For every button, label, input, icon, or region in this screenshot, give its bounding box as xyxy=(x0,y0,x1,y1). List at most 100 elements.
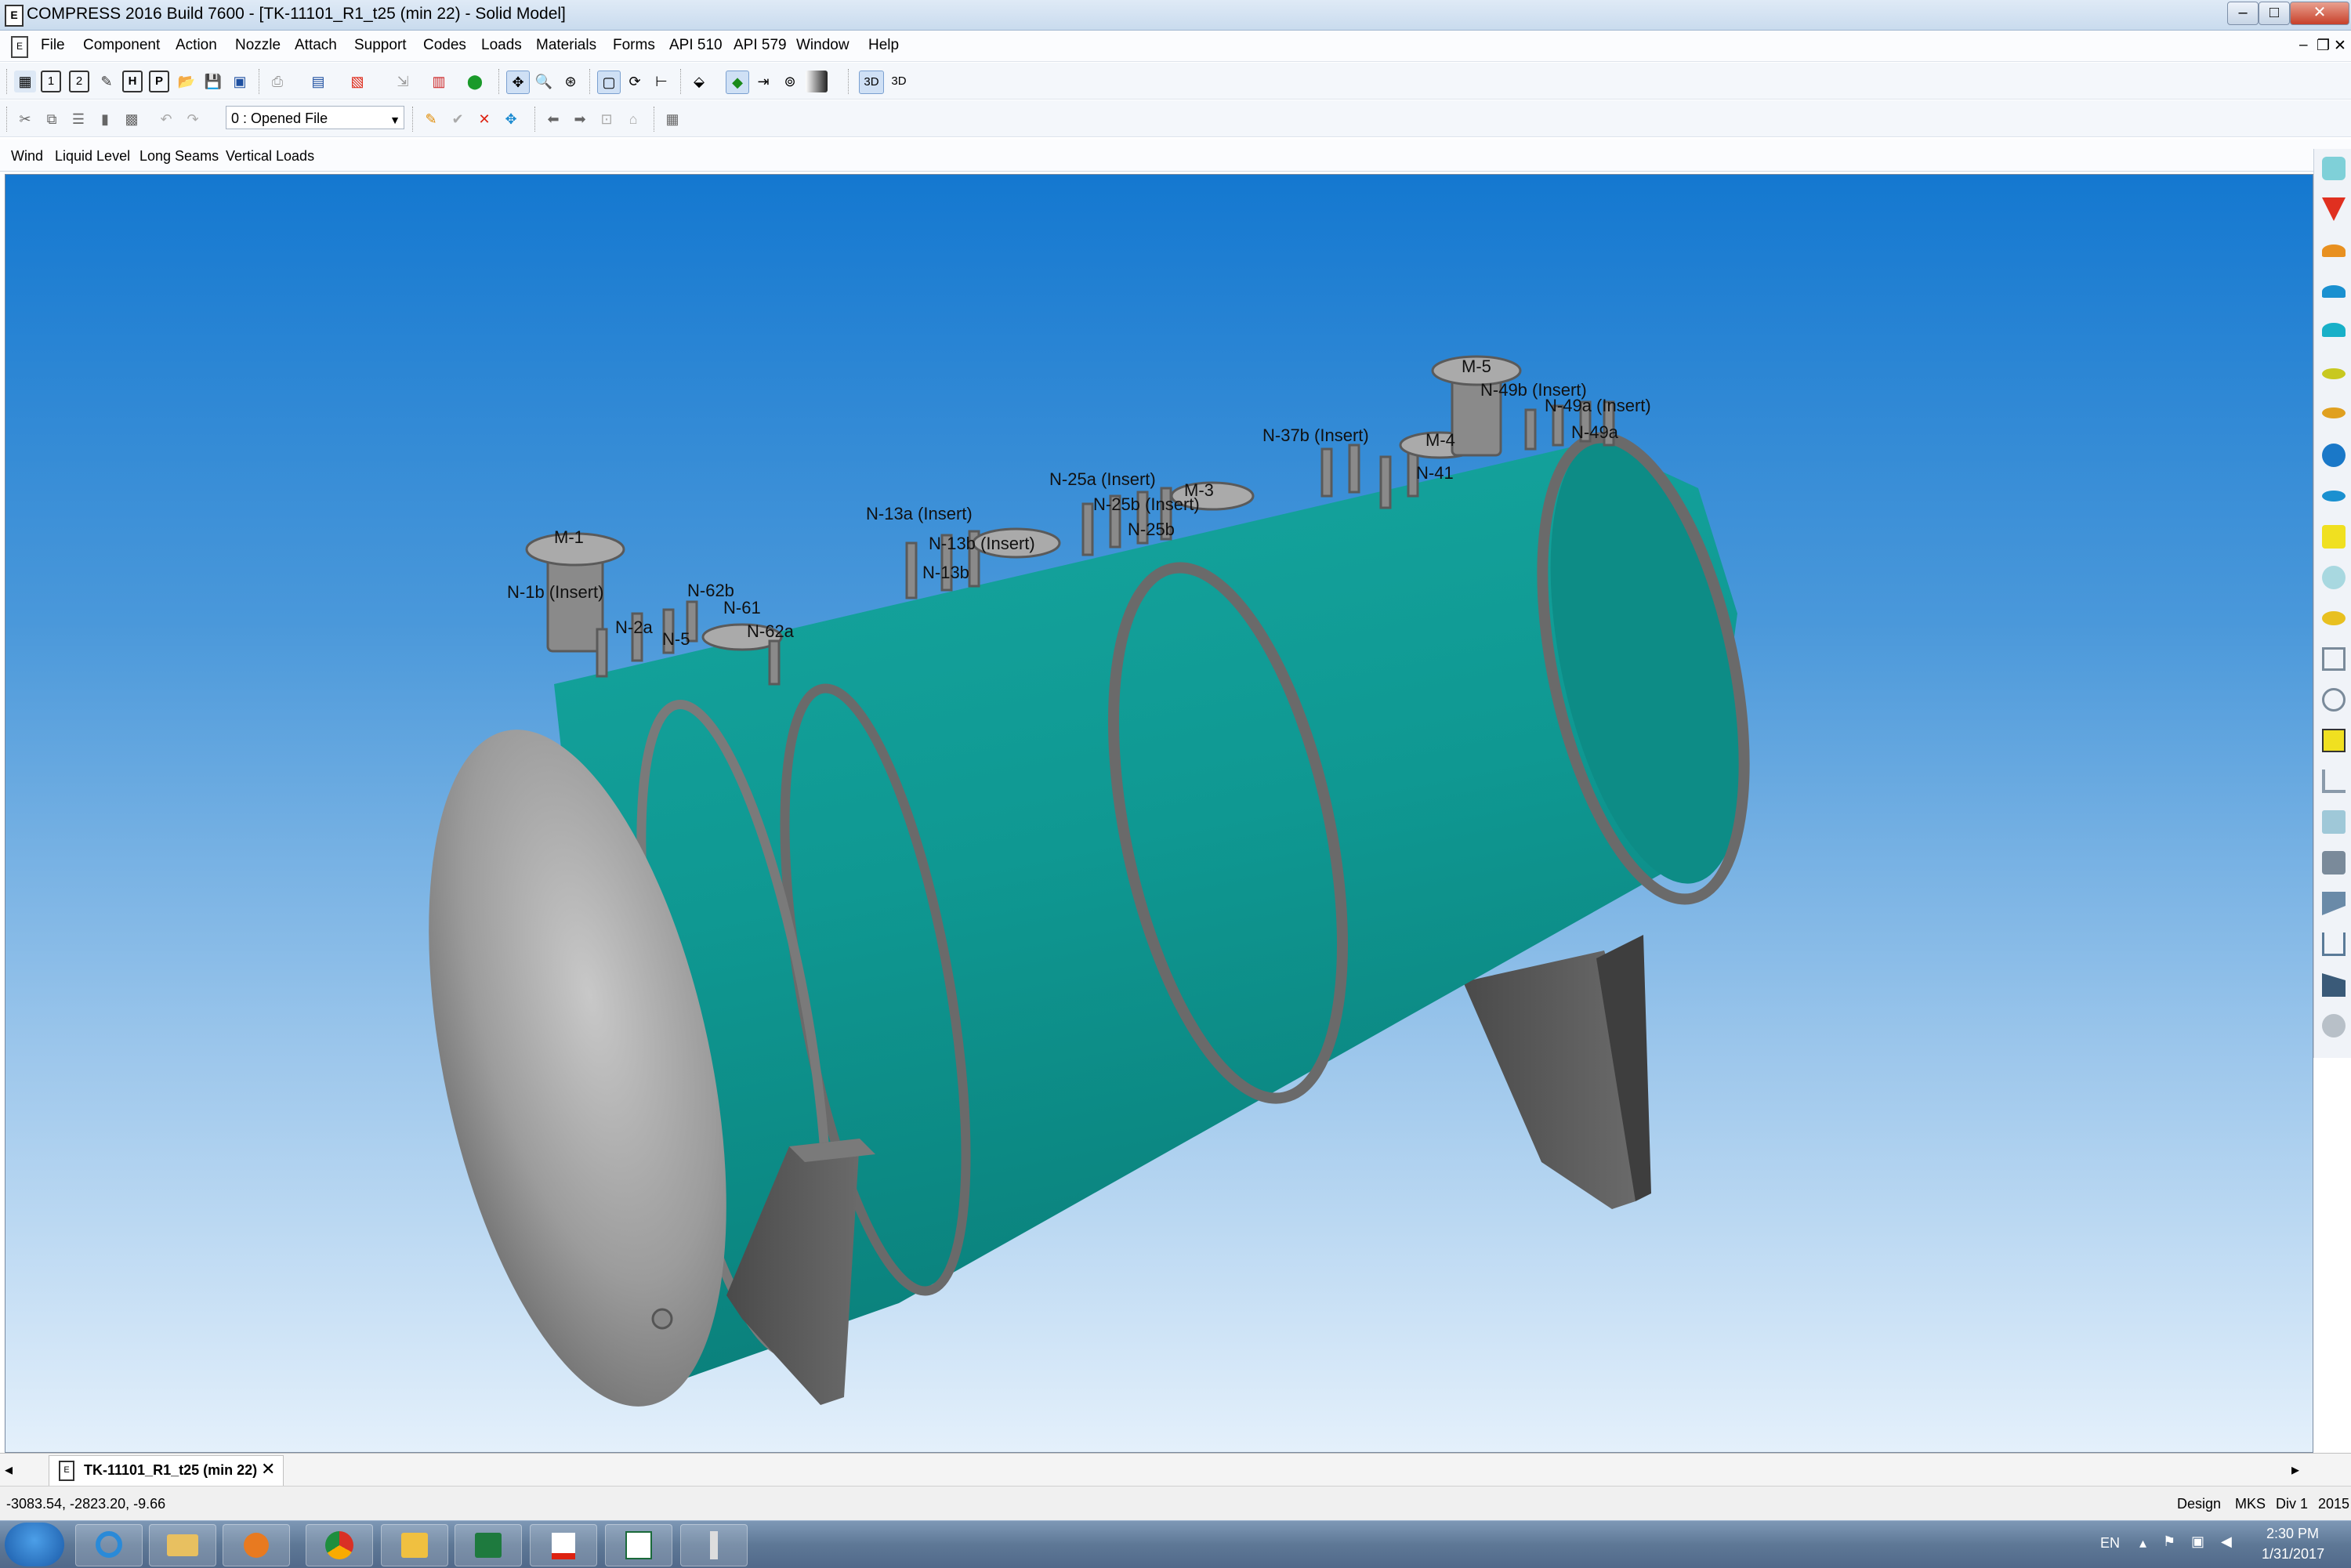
zoom-extents-icon[interactable]: ⊛ xyxy=(560,71,581,92)
measure-icon[interactable]: ⊢ xyxy=(650,71,672,92)
pdf-reader-icon[interactable] xyxy=(530,1524,597,1566)
tab-long-seams[interactable]: Long Seams xyxy=(139,148,219,165)
box-icon[interactable] xyxy=(2322,525,2346,549)
flange-icon[interactable] xyxy=(2322,407,2346,418)
menu-loads[interactable]: Loads xyxy=(481,37,522,54)
torus-icon[interactable] xyxy=(2322,566,2346,589)
opened-file-select[interactable]: 0 : Opened File ▼ xyxy=(226,106,404,129)
open-folder-icon[interactable]: 📂 xyxy=(176,71,197,92)
cylinder-icon[interactable] xyxy=(2322,157,2346,180)
ellipsoidal-head-icon[interactable] xyxy=(2322,244,2346,257)
document-tab-close[interactable]: ✕ xyxy=(261,1459,275,1479)
menu-action[interactable]: Action xyxy=(176,37,217,54)
reducer-icon[interactable] xyxy=(2322,611,2346,625)
clock-date[interactable]: 1/31/2017 xyxy=(2262,1546,2324,1563)
file-explorer-icon[interactable] xyxy=(149,1524,216,1566)
zoom-icon[interactable]: 🔍 xyxy=(533,71,555,92)
media-player-icon[interactable] xyxy=(223,1524,290,1566)
orbit-icon[interactable]: ⊚ xyxy=(779,71,801,92)
compress-app-icon[interactable] xyxy=(605,1524,672,1566)
save-icon[interactable]: 💾 xyxy=(202,71,224,92)
copy-icon[interactable]: ⧉ xyxy=(41,108,63,130)
tab-liquid-level[interactable]: Liquid Level xyxy=(55,148,130,165)
mdi-close-button[interactable]: ✕ xyxy=(2334,37,2346,55)
pan-icon[interactable]: ✥ xyxy=(506,71,530,94)
menu-api-579[interactable]: API 579 xyxy=(734,37,787,54)
leg-icon[interactable] xyxy=(2322,770,2346,793)
tab-scroll-right-icon[interactable]: ▸ xyxy=(2291,1460,2299,1479)
tubesheet-icon[interactable] xyxy=(2322,647,2346,671)
dimension-icon[interactable]: ⇥ xyxy=(752,71,774,92)
delete-icon[interactable]: ✕ xyxy=(473,108,495,130)
menu-window[interactable]: Window xyxy=(796,37,849,54)
select-icon[interactable]: ▢ xyxy=(597,71,621,94)
dish-icon[interactable] xyxy=(2322,491,2346,502)
tab-scroll-left-icon[interactable]: ◂ xyxy=(5,1460,13,1479)
outlook-icon[interactable] xyxy=(381,1524,448,1566)
check-icon[interactable]: ✔ xyxy=(447,108,469,130)
platform-icon[interactable] xyxy=(2322,973,2346,997)
document-tab[interactable]: E TK-11101_R1_t25 (min 22) ✕ xyxy=(49,1455,284,1486)
volume-icon[interactable]: ◀ xyxy=(2221,1534,2232,1550)
maximize-button[interactable]: □ xyxy=(2259,2,2290,25)
action-center-flag-icon[interactable]: ⚑ xyxy=(2163,1534,2175,1550)
save-all-icon[interactable]: ▣ xyxy=(229,71,251,92)
mdi-restore-button[interactable]: ❐ xyxy=(2317,37,2330,55)
wrench-icon[interactable]: ✎ xyxy=(96,71,118,92)
ring-icon[interactable] xyxy=(2322,1014,2346,1037)
minimize-button[interactable]: – xyxy=(2227,2,2259,25)
calculator-icon[interactable]: ▦ xyxy=(661,108,683,130)
bellows-icon[interactable] xyxy=(2322,729,2346,752)
print-form-button[interactable]: P xyxy=(149,71,169,92)
start-button[interactable] xyxy=(5,1523,64,1566)
torispherical-head-icon[interactable] xyxy=(2322,285,2346,298)
menu-help[interactable]: Help xyxy=(868,37,899,54)
saddle-icon[interactable] xyxy=(2322,892,2346,915)
menu-codes[interactable]: Codes xyxy=(423,37,466,54)
menu-file[interactable]: File xyxy=(41,37,65,54)
solid-model-viewport[interactable]: M-1 N-1b (Insert) N-2a N-5 N-62b N-61 N-… xyxy=(5,174,2313,1453)
redo-icon[interactable]: ↷ xyxy=(182,108,204,130)
menu-component[interactable]: Component xyxy=(83,37,160,54)
tool-app-icon[interactable] xyxy=(680,1524,748,1566)
view-3d-toggle-b[interactable]: 3D xyxy=(887,71,911,92)
menu-support[interactable]: Support xyxy=(354,37,407,54)
form-1-button[interactable]: 1 xyxy=(41,71,61,92)
close-button[interactable]: ✕ xyxy=(2290,2,2349,25)
expansion-joint-icon[interactable] xyxy=(2322,688,2346,712)
first-icon[interactable]: ⊡ xyxy=(596,108,618,130)
cone-icon[interactable] xyxy=(2322,197,2346,221)
view-mode-icon[interactable]: ⬙ xyxy=(688,71,710,92)
document-icon[interactable]: E xyxy=(11,36,28,58)
previous-icon[interactable]: ⬅ xyxy=(542,108,564,130)
flat-cover-icon[interactable] xyxy=(2322,368,2346,379)
list-icon[interactable]: ☰ xyxy=(67,108,89,130)
edit-pencil-icon[interactable]: ✎ xyxy=(420,108,442,130)
undo-icon[interactable]: ↶ xyxy=(155,108,177,130)
menu-materials[interactable]: Materials xyxy=(536,37,596,54)
save-component-icon[interactable]: ▩ xyxy=(121,108,143,130)
jacket-icon[interactable] xyxy=(2322,810,2346,834)
view-3d-toggle-a[interactable]: 3D xyxy=(859,71,884,94)
pdf-icon[interactable]: ▧ xyxy=(346,71,368,92)
skirt-icon[interactable] xyxy=(2322,851,2346,875)
next-icon[interactable]: ➡ xyxy=(569,108,591,130)
heat-exchanger-button[interactable]: H xyxy=(122,71,143,92)
menu-attach[interactable]: Attach xyxy=(295,37,337,54)
internet-explorer-icon[interactable] xyxy=(75,1524,143,1566)
bolt-icon[interactable]: ▮ xyxy=(94,108,116,130)
menu-forms[interactable]: Forms xyxy=(613,37,655,54)
network-icon[interactable]: ▣ xyxy=(2191,1534,2204,1550)
cut-icon[interactable]: ✂ xyxy=(14,108,36,130)
tab-wind[interactable]: Wind xyxy=(11,148,43,165)
mdi-minimize-button[interactable]: – xyxy=(2299,37,2308,54)
app-icon[interactable]: E xyxy=(5,5,24,27)
home-icon[interactable]: ⌂ xyxy=(622,108,644,130)
hemi-head-icon[interactable] xyxy=(2322,323,2346,337)
new-vessel-icon[interactable]: ▦ xyxy=(14,71,36,92)
rotate-icon[interactable]: ⟳ xyxy=(624,71,646,92)
inspection-icon[interactable]: ▥ xyxy=(428,71,450,92)
tray-expand-icon[interactable]: ▴ xyxy=(2139,1535,2146,1552)
form-2-button[interactable]: 2 xyxy=(69,71,89,92)
move-icon[interactable]: ✥ xyxy=(500,108,522,130)
